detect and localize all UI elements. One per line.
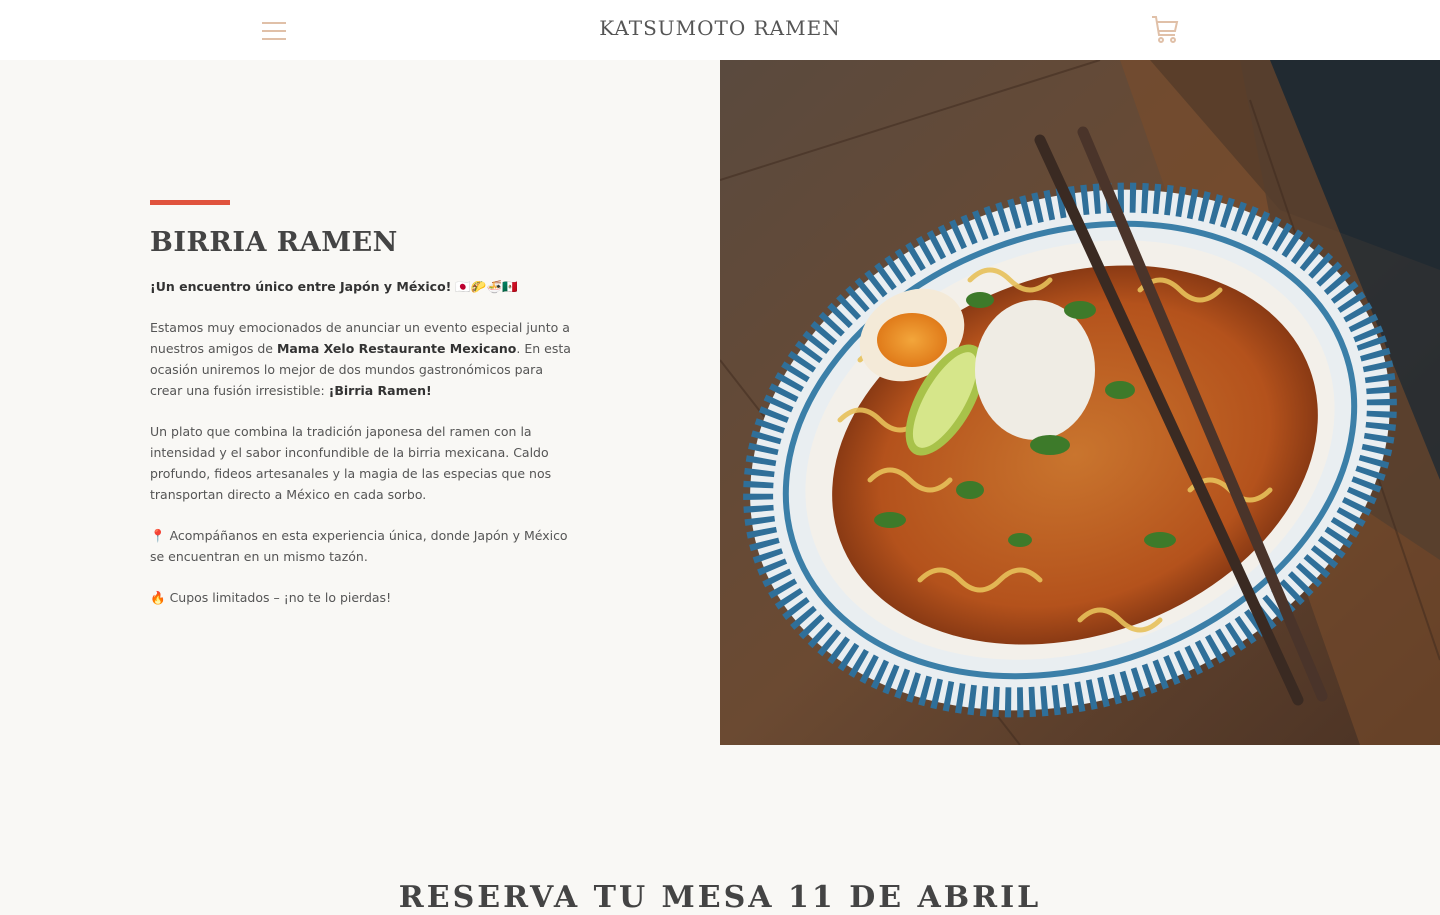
site-logo-wrap: KATSUMOTO RAMEN xyxy=(0,16,1440,40)
accent-bar xyxy=(150,200,230,205)
dish-name: ¡Birria Ramen! xyxy=(328,383,432,398)
intro-text: ¡Un encuentro único entre Japón y México… xyxy=(150,279,452,294)
invite-paragraph: 📍 Acompáñanos en esta experiencia única,… xyxy=(150,525,575,567)
pin-icon: 📍 xyxy=(150,528,166,543)
shopping-cart-icon[interactable] xyxy=(1150,14,1180,46)
reserve-heading: RESERVA TU MESA 11 DE ABRIL xyxy=(398,880,1042,915)
invite-text: Acompáñanos en esta experiencia única, d… xyxy=(150,528,568,564)
fire-icon: 🔥 xyxy=(150,590,166,605)
birria-ramen-bowl-photo xyxy=(720,60,1440,745)
announcement-paragraph: Estamos muy emocionados de anunciar un e… xyxy=(150,317,575,401)
feature-text: BIRRIA RAMEN ¡Un encuentro único entre J… xyxy=(150,200,575,608)
site-logo[interactable]: KATSUMOTO RAMEN xyxy=(599,16,840,40)
limited-text: Cupos limitados – ¡no te lo pierdas! xyxy=(169,590,392,605)
site-header: KATSUMOTO RAMEN xyxy=(0,0,1440,60)
feature-title: BIRRIA RAMEN xyxy=(150,227,398,258)
description-paragraph: Un plato que combina la tradición japone… xyxy=(150,424,552,502)
intro-emojis: 🇯🇵🌮🍜🇲🇽 xyxy=(455,279,518,294)
partner-name: Mama Xelo Restaurante Mexicano xyxy=(276,341,517,356)
intro-paragraph: ¡Un encuentro único entre Japón y México… xyxy=(150,276,575,297)
hamburger-menu-icon[interactable] xyxy=(262,20,288,40)
limited-paragraph: 🔥 Cupos limitados – ¡no te lo pierdas! xyxy=(150,587,575,608)
ramen-photo-illustration xyxy=(720,60,1440,745)
